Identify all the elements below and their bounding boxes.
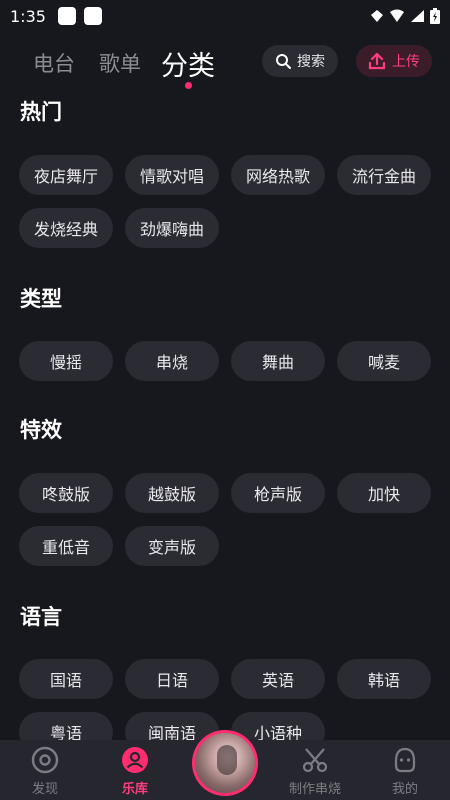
- section-title: 语言: [20, 605, 62, 629]
- now-playing-disc[interactable]: [192, 730, 258, 796]
- category-chip[interactable]: 越鼓版: [125, 473, 219, 513]
- category-chip[interactable]: 情歌对唱: [125, 155, 219, 195]
- category-chip[interactable]: 枪声版: [231, 473, 325, 513]
- category-chip[interactable]: 日语: [125, 659, 219, 699]
- cellular-icon: [411, 10, 424, 22]
- category-chip[interactable]: 串烧: [125, 341, 219, 381]
- section-title: 类型: [20, 287, 62, 311]
- category-chip[interactable]: 韩语: [337, 659, 431, 699]
- notification-icon-2: [83, 7, 102, 25]
- nav-label: 发现: [31, 782, 58, 797]
- category-chip[interactable]: 喊麦: [337, 341, 431, 381]
- category-chip[interactable]: 重低音: [19, 526, 113, 566]
- disc-icon: [31, 746, 59, 774]
- status-time: 1:35: [10, 6, 46, 26]
- nav-library[interactable]: 乐库: [90, 740, 180, 800]
- nav-mine[interactable]: 我的: [360, 740, 450, 800]
- category-chip[interactable]: 加快: [337, 473, 431, 513]
- tab-radio[interactable]: 电台: [33, 48, 75, 78]
- nav-label: 我的: [391, 782, 418, 797]
- wifi-icon: [390, 9, 404, 22]
- album-cover: [195, 733, 255, 793]
- search-icon: [276, 54, 291, 69]
- category-chip[interactable]: 劲爆嗨曲: [125, 208, 219, 248]
- category-chip[interactable]: 舞曲: [231, 341, 325, 381]
- category-chip[interactable]: 小语种: [231, 712, 325, 740]
- music-library-icon: [122, 747, 148, 773]
- nav-label: 制作串烧: [288, 782, 341, 797]
- profile-icon: [394, 747, 416, 773]
- category-chip[interactable]: 慢摇: [19, 341, 113, 381]
- upload-label: 上传: [392, 54, 420, 70]
- search-label: 搜索: [297, 54, 325, 70]
- top-header: 电台 歌单 分类 搜索 上传: [0, 40, 450, 90]
- active-tab-indicator: [185, 82, 192, 89]
- upload-button[interactable]: 上传: [356, 45, 432, 77]
- nav-discover[interactable]: 发现: [0, 740, 90, 800]
- tab-playlist[interactable]: 歌单: [99, 48, 141, 78]
- notification-icon: [57, 7, 76, 25]
- category-chip[interactable]: 夜店舞厅: [19, 155, 113, 195]
- category-chip[interactable]: 国语: [19, 659, 113, 699]
- category-chip[interactable]: 咚鼓版: [19, 473, 113, 513]
- section-title: 热门: [20, 100, 62, 124]
- category-chip[interactable]: 发烧经典: [19, 208, 113, 248]
- category-chip[interactable]: 粤语: [19, 712, 113, 740]
- nav-make-medley[interactable]: 制作串烧: [270, 740, 360, 800]
- section-title: 特效: [20, 418, 62, 442]
- category-chip[interactable]: 变声版: [125, 526, 219, 566]
- category-content: 热门 夜店舞厅 情歌对唱 网络热歌 流行金曲 发烧经典 劲爆嗨曲 类型 慢摇 串…: [0, 90, 450, 740]
- signal-icon: [371, 10, 383, 22]
- tab-category[interactable]: 分类: [161, 44, 215, 83]
- battery-icon: [430, 8, 440, 24]
- category-chip[interactable]: 流行金曲: [337, 155, 431, 195]
- category-chip[interactable]: 网络热歌: [231, 155, 325, 195]
- nav-label: 乐库: [121, 782, 148, 797]
- upload-icon: [368, 52, 386, 70]
- category-chip[interactable]: 英语: [231, 659, 325, 699]
- status-bar: 1:35: [0, 0, 450, 32]
- search-button[interactable]: 搜索: [262, 45, 338, 77]
- scissors-icon: [302, 748, 328, 773]
